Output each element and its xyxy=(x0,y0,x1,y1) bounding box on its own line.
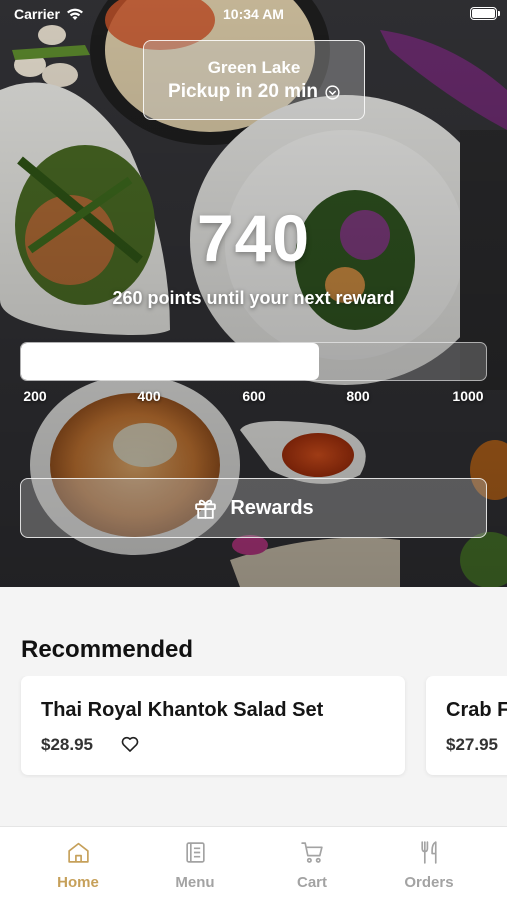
orders-icon xyxy=(421,841,437,864)
reward-progress-bar xyxy=(20,342,487,381)
store-name: Green Lake xyxy=(207,58,301,77)
item-price: $27.95 xyxy=(446,735,498,754)
gift-icon xyxy=(195,499,217,519)
rewards-button[interactable]: Rewards xyxy=(20,478,487,538)
tab-menu[interactable]: Menu xyxy=(135,827,255,900)
chevron-down-circle-icon xyxy=(325,84,340,100)
bottom-tab-bar: Home Menu Cart Orders xyxy=(0,826,507,900)
pickup-time-row: Pickup in 20 min xyxy=(144,81,364,103)
tab-label: Home xyxy=(57,874,99,891)
tick-label: 800 xyxy=(346,388,370,404)
status-time: 10:34 AM xyxy=(223,6,284,22)
menu-icon xyxy=(186,842,205,863)
progress-tick-labels: 200 400 600 800 1000 xyxy=(0,388,507,406)
store-selector-button[interactable]: Green Lake Pickup in 20 min xyxy=(143,40,365,120)
recommended-heading: Recommended xyxy=(21,636,194,663)
tab-cart[interactable]: Cart xyxy=(252,827,372,900)
home-icon xyxy=(68,842,89,863)
tab-label: Cart xyxy=(296,874,327,891)
recommended-item-card[interactable]: Thai Royal Khantok Salad Set $28.95 xyxy=(21,676,405,775)
tab-home[interactable]: Home xyxy=(18,827,138,900)
tick-label: 1000 xyxy=(452,388,484,404)
points-until-reward: 260 points until your next reward xyxy=(112,288,395,308)
battery-icon xyxy=(470,7,500,20)
tab-orders[interactable]: Orders xyxy=(369,827,489,900)
points-balance: 740 xyxy=(196,201,311,275)
tick-label: 600 xyxy=(242,388,266,404)
item-name: Crab Fried Rice xyxy=(446,699,507,721)
tick-label: 400 xyxy=(137,388,161,404)
cart-icon xyxy=(301,842,323,863)
tick-label: 200 xyxy=(23,388,47,404)
reward-progress-fill xyxy=(21,343,319,380)
status-bar: Carrier 10:34 AM xyxy=(0,0,507,28)
pickup-time-label: Pickup in 20 min xyxy=(168,81,318,102)
rewards-hero: Carrier 10:34 AM Green Lake Pickup in 20… xyxy=(0,0,507,587)
recommended-carousel[interactable]: Thai Royal Khantok Salad Set $28.95 Crab… xyxy=(0,676,507,778)
item-price: $28.95 xyxy=(41,735,93,754)
rewards-button-label: Rewards xyxy=(230,496,314,519)
recommended-item-card[interactable]: Crab Fried Rice $27.95 xyxy=(426,676,507,775)
heart-icon[interactable] xyxy=(120,734,140,754)
item-name: Thai Royal Khantok Salad Set xyxy=(41,699,324,721)
tab-label: Menu xyxy=(175,874,215,891)
tab-label: Orders xyxy=(404,874,454,891)
